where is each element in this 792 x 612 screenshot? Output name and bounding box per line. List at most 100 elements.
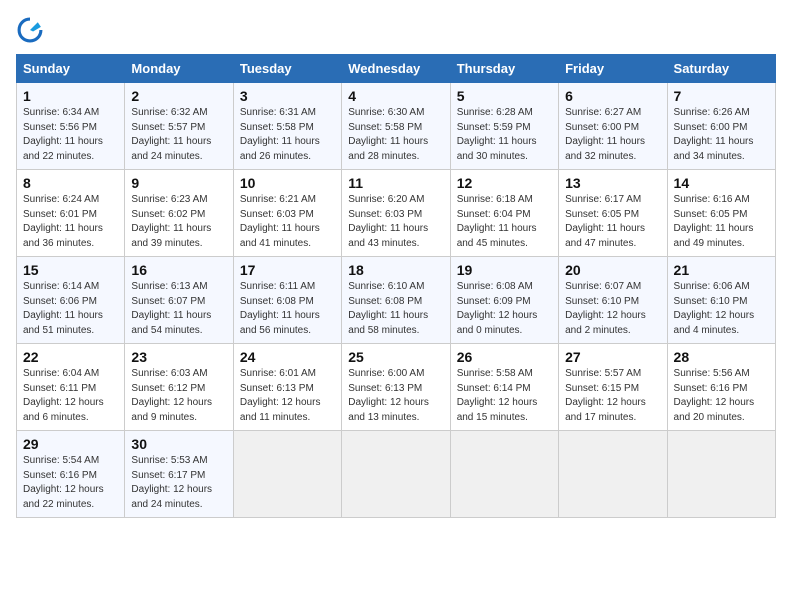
day-number: 20 bbox=[565, 262, 660, 278]
calendar-cell: 8 Sunrise: 6:24 AM Sunset: 6:01 PM Daylig… bbox=[17, 170, 125, 257]
calendar-cell: 16 Sunrise: 6:13 AM Sunset: 6:07 PM Dayli… bbox=[125, 257, 233, 344]
calendar-cell bbox=[233, 431, 341, 518]
day-of-week-header: Wednesday bbox=[342, 55, 450, 83]
day-info: Sunrise: 6:34 AM Sunset: 5:56 PM Dayligh… bbox=[23, 106, 118, 164]
day-info: Sunrise: 6:31 AM Sunset: 5:58 PM Dayligh… bbox=[240, 106, 335, 164]
day-info: Sunrise: 5:57 AM Sunset: 6:15 PM Dayligh… bbox=[565, 367, 660, 425]
day-of-week-header: Tuesday bbox=[233, 55, 341, 83]
day-number: 6 bbox=[565, 88, 660, 104]
calendar-cell: 6 Sunrise: 6:27 AM Sunset: 6:00 PM Daylig… bbox=[559, 83, 667, 170]
calendar-cell bbox=[450, 431, 558, 518]
day-info: Sunrise: 6:32 AM Sunset: 5:57 PM Dayligh… bbox=[131, 106, 226, 164]
calendar-cell: 20 Sunrise: 6:07 AM Sunset: 6:10 PM Dayli… bbox=[559, 257, 667, 344]
calendar-cell: 26Sunrise: 5:58 AM Sunset: 6:14 PM Dayli… bbox=[450, 344, 558, 431]
calendar-cell: 2 Sunrise: 6:32 AM Sunset: 5:57 PM Daylig… bbox=[125, 83, 233, 170]
calendar-cell: 4 Sunrise: 6:30 AM Sunset: 5:58 PM Daylig… bbox=[342, 83, 450, 170]
day-number: 18 bbox=[348, 262, 443, 278]
calendar-cell: 19 Sunrise: 6:08 AM Sunset: 6:09 PM Dayli… bbox=[450, 257, 558, 344]
calendar-cell: 24 Sunrise: 6:01 AM Sunset: 6:13 PM Dayli… bbox=[233, 344, 341, 431]
day-number: 11 bbox=[348, 175, 443, 191]
day-number: 2 bbox=[131, 88, 226, 104]
calendar-cell: 17 Sunrise: 6:11 AM Sunset: 6:08 PM Dayli… bbox=[233, 257, 341, 344]
calendar-week-row: 22 Sunrise: 6:04 AM Sunset: 6:11 PM Dayli… bbox=[17, 344, 776, 431]
day-number: 24 bbox=[240, 349, 335, 365]
day-number: 4 bbox=[348, 88, 443, 104]
day-info: Sunrise: 6:03 AM Sunset: 6:12 PM Dayligh… bbox=[131, 367, 226, 425]
calendar-cell: 29 Sunrise: 5:54 AM Sunset: 6:16 PM Dayli… bbox=[17, 431, 125, 518]
calendar-week-row: 8 Sunrise: 6:24 AM Sunset: 6:01 PM Daylig… bbox=[17, 170, 776, 257]
day-info: Sunrise: 6:07 AM Sunset: 6:10 PM Dayligh… bbox=[565, 280, 660, 338]
day-info: Sunrise: 5:58 AM Sunset: 6:14 PM Dayligh… bbox=[457, 367, 552, 425]
day-number: 9 bbox=[131, 175, 226, 191]
day-number: 16 bbox=[131, 262, 226, 278]
day-info: Sunrise: 6:01 AM Sunset: 6:13 PM Dayligh… bbox=[240, 367, 335, 425]
logo bbox=[16, 16, 48, 44]
day-number: 5 bbox=[457, 88, 552, 104]
calendar-cell: 18 Sunrise: 6:10 AM Sunset: 6:08 PM Dayli… bbox=[342, 257, 450, 344]
day-info: Sunrise: 6:24 AM Sunset: 6:01 PM Dayligh… bbox=[23, 193, 118, 251]
day-info: Sunrise: 5:56 AM Sunset: 6:16 PM Dayligh… bbox=[674, 367, 769, 425]
day-info: Sunrise: 6:18 AM Sunset: 6:04 PM Dayligh… bbox=[457, 193, 552, 251]
day-info: Sunrise: 6:06 AM Sunset: 6:10 PM Dayligh… bbox=[674, 280, 769, 338]
day-info: Sunrise: 5:53 AM Sunset: 6:17 PM Dayligh… bbox=[131, 454, 226, 512]
day-info: Sunrise: 6:14 AM Sunset: 6:06 PM Dayligh… bbox=[23, 280, 118, 338]
calendar-cell: 15 Sunrise: 6:14 AM Sunset: 6:06 PM Dayli… bbox=[17, 257, 125, 344]
day-number: 10 bbox=[240, 175, 335, 191]
day-info: Sunrise: 6:04 AM Sunset: 6:11 PM Dayligh… bbox=[23, 367, 118, 425]
day-info: Sunrise: 6:11 AM Sunset: 6:08 PM Dayligh… bbox=[240, 280, 335, 338]
calendar-cell: 30 Sunrise: 5:53 AM Sunset: 6:17 PM Dayli… bbox=[125, 431, 233, 518]
day-info: Sunrise: 6:20 AM Sunset: 6:03 PM Dayligh… bbox=[348, 193, 443, 251]
day-of-week-header: Monday bbox=[125, 55, 233, 83]
day-number: 3 bbox=[240, 88, 335, 104]
day-of-week-header: Sunday bbox=[17, 55, 125, 83]
calendar-header-row: SundayMondayTuesdayWednesdayThursdayFrid… bbox=[17, 55, 776, 83]
calendar-cell: 12 Sunrise: 6:18 AM Sunset: 6:04 PM Dayli… bbox=[450, 170, 558, 257]
day-info: Sunrise: 6:08 AM Sunset: 6:09 PM Dayligh… bbox=[457, 280, 552, 338]
day-info: Sunrise: 6:30 AM Sunset: 5:58 PM Dayligh… bbox=[348, 106, 443, 164]
day-info: Sunrise: 6:16 AM Sunset: 6:05 PM Dayligh… bbox=[674, 193, 769, 251]
calendar-week-row: 29 Sunrise: 5:54 AM Sunset: 6:16 PM Dayli… bbox=[17, 431, 776, 518]
calendar-cell: 1Sunrise: 6:34 AM Sunset: 5:56 PM Daylig… bbox=[17, 83, 125, 170]
calendar-week-row: 15 Sunrise: 6:14 AM Sunset: 6:06 PM Dayli… bbox=[17, 257, 776, 344]
day-info: Sunrise: 6:17 AM Sunset: 6:05 PM Dayligh… bbox=[565, 193, 660, 251]
day-number: 27 bbox=[565, 349, 660, 365]
calendar-cell bbox=[667, 431, 775, 518]
day-info: Sunrise: 6:23 AM Sunset: 6:02 PM Dayligh… bbox=[131, 193, 226, 251]
day-number: 22 bbox=[23, 349, 118, 365]
calendar-cell: 27 Sunrise: 5:57 AM Sunset: 6:15 PM Dayli… bbox=[559, 344, 667, 431]
day-number: 29 bbox=[23, 436, 118, 452]
day-number: 12 bbox=[457, 175, 552, 191]
day-of-week-header: Thursday bbox=[450, 55, 558, 83]
calendar-cell: 21Sunrise: 6:06 AM Sunset: 6:10 PM Dayli… bbox=[667, 257, 775, 344]
day-number: 7 bbox=[674, 88, 769, 104]
day-number: 19 bbox=[457, 262, 552, 278]
day-info: Sunrise: 6:26 AM Sunset: 6:00 PM Dayligh… bbox=[674, 106, 769, 164]
day-number: 30 bbox=[131, 436, 226, 452]
calendar-cell: 7 Sunrise: 6:26 AM Sunset: 6:00 PM Daylig… bbox=[667, 83, 775, 170]
day-info: Sunrise: 6:21 AM Sunset: 6:03 PM Dayligh… bbox=[240, 193, 335, 251]
day-info: Sunrise: 6:27 AM Sunset: 6:00 PM Dayligh… bbox=[565, 106, 660, 164]
day-number: 23 bbox=[131, 349, 226, 365]
calendar-cell: 14 Sunrise: 6:16 AM Sunset: 6:05 PM Dayli… bbox=[667, 170, 775, 257]
calendar-cell: 3 Sunrise: 6:31 AM Sunset: 5:58 PM Daylig… bbox=[233, 83, 341, 170]
page-header bbox=[16, 16, 776, 44]
calendar-table: SundayMondayTuesdayWednesdayThursdayFrid… bbox=[16, 54, 776, 518]
calendar-cell: 13Sunrise: 6:17 AM Sunset: 6:05 PM Dayli… bbox=[559, 170, 667, 257]
calendar-week-row: 1Sunrise: 6:34 AM Sunset: 5:56 PM Daylig… bbox=[17, 83, 776, 170]
day-number: 25 bbox=[348, 349, 443, 365]
day-info: Sunrise: 5:54 AM Sunset: 6:16 PM Dayligh… bbox=[23, 454, 118, 512]
day-info: Sunrise: 6:13 AM Sunset: 6:07 PM Dayligh… bbox=[131, 280, 226, 338]
day-number: 8 bbox=[23, 175, 118, 191]
calendar-cell: 11 Sunrise: 6:20 AM Sunset: 6:03 PM Dayli… bbox=[342, 170, 450, 257]
day-info: Sunrise: 6:28 AM Sunset: 5:59 PM Dayligh… bbox=[457, 106, 552, 164]
day-number: 14 bbox=[674, 175, 769, 191]
calendar-cell: 23 Sunrise: 6:03 AM Sunset: 6:12 PM Dayli… bbox=[125, 344, 233, 431]
calendar-cell bbox=[559, 431, 667, 518]
day-of-week-header: Friday bbox=[559, 55, 667, 83]
day-number: 15 bbox=[23, 262, 118, 278]
calendar-cell: 10 Sunrise: 6:21 AM Sunset: 6:03 PM Dayli… bbox=[233, 170, 341, 257]
day-of-week-header: Saturday bbox=[667, 55, 775, 83]
day-info: Sunrise: 6:10 AM Sunset: 6:08 PM Dayligh… bbox=[348, 280, 443, 338]
logo-icon bbox=[16, 16, 44, 44]
day-number: 17 bbox=[240, 262, 335, 278]
